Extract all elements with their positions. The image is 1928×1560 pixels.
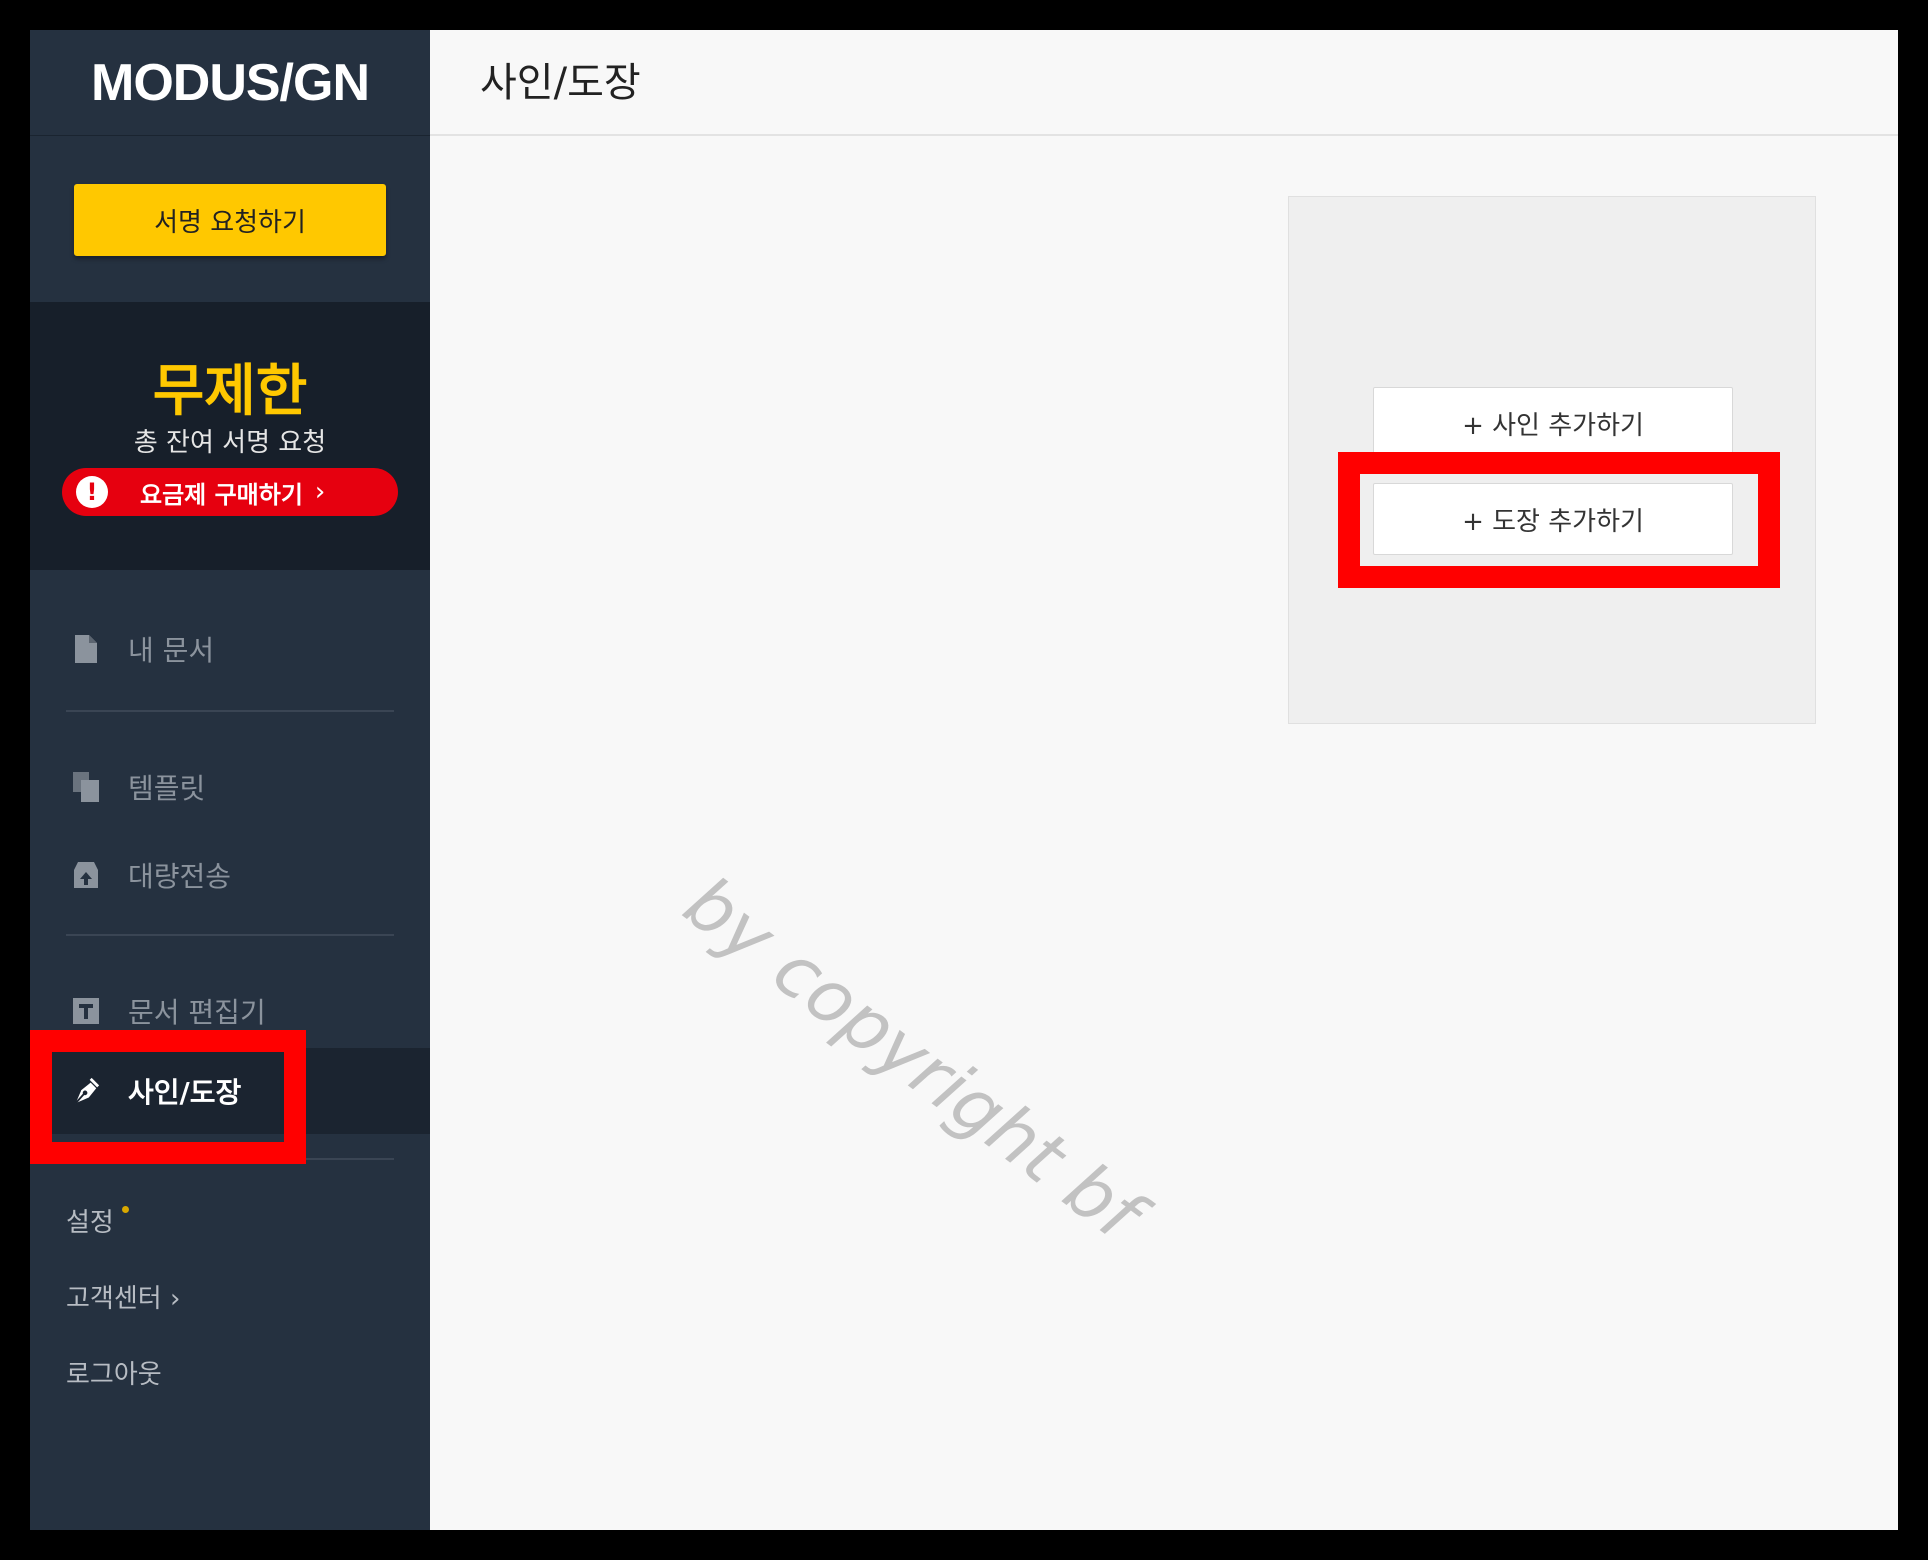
plan-box: 무제한 총 잔여 서명 요청 ! 요금제 구매하기 › xyxy=(30,302,430,570)
sidebar-item-label: 대량전송 xyxy=(128,860,232,893)
page-title: 사인/도장 xyxy=(480,60,641,106)
logout-link[interactable]: 로그아웃 xyxy=(66,1354,162,1391)
highlight-box-sidebar xyxy=(30,1030,306,1164)
buy-plan-button[interactable]: ! 요금제 구매하기 › xyxy=(62,468,398,516)
sidebar-item-label: 내 문서 xyxy=(128,634,215,667)
highlight-box-stamp xyxy=(1338,452,1780,588)
alert-icon: ! xyxy=(76,476,108,508)
sidebar-item-my-documents[interactable]: 내 문서 xyxy=(30,606,430,692)
bulk-send-icon xyxy=(72,861,100,889)
sidebar-item-label: 문서 편집기 xyxy=(128,996,266,1029)
request-signature-button[interactable]: 서명 요청하기 xyxy=(74,184,386,256)
plan-title: 무제한 xyxy=(152,359,308,424)
notification-dot-icon xyxy=(121,1206,129,1213)
request-section: 서명 요청하기 xyxy=(30,136,430,302)
text-editor-icon xyxy=(72,997,100,1025)
chevron-right-icon: › xyxy=(314,477,326,507)
add-signature-button[interactable]: + 사인 추가하기 xyxy=(1373,387,1733,459)
divider xyxy=(66,934,394,936)
plan-subtitle: 총 잔여 서명 요청 xyxy=(133,428,327,458)
sidebar: MODUS/GN 서명 요청하기 무제한 총 잔여 서명 요청 ! 요금제 구매… xyxy=(30,30,430,1530)
template-icon xyxy=(72,772,100,802)
settings-label: 설정 xyxy=(66,1208,114,1238)
settings-link[interactable]: 설정 xyxy=(66,1202,129,1239)
buy-plan-label: 요금제 구매하기 xyxy=(140,480,303,509)
sidebar-item-bulk-send[interactable]: 대량전송 xyxy=(30,832,430,918)
main-header: 사인/도장 xyxy=(430,30,1898,136)
app-window: MODUS/GN 서명 요청하기 무제한 총 잔여 서명 요청 ! 요금제 구매… xyxy=(30,30,1898,1530)
logo-bar: MODUS/GN xyxy=(30,30,430,136)
divider xyxy=(66,710,394,712)
support-link[interactable]: 고객센터 › xyxy=(66,1278,180,1315)
document-icon xyxy=(72,635,100,663)
sidebar-item-templates[interactable]: 템플릿 xyxy=(30,744,430,830)
sidebar-item-label: 템플릿 xyxy=(128,772,206,805)
watermark: by copyright bf xyxy=(669,860,1157,1256)
logo[interactable]: MODUS/GN xyxy=(91,53,370,113)
